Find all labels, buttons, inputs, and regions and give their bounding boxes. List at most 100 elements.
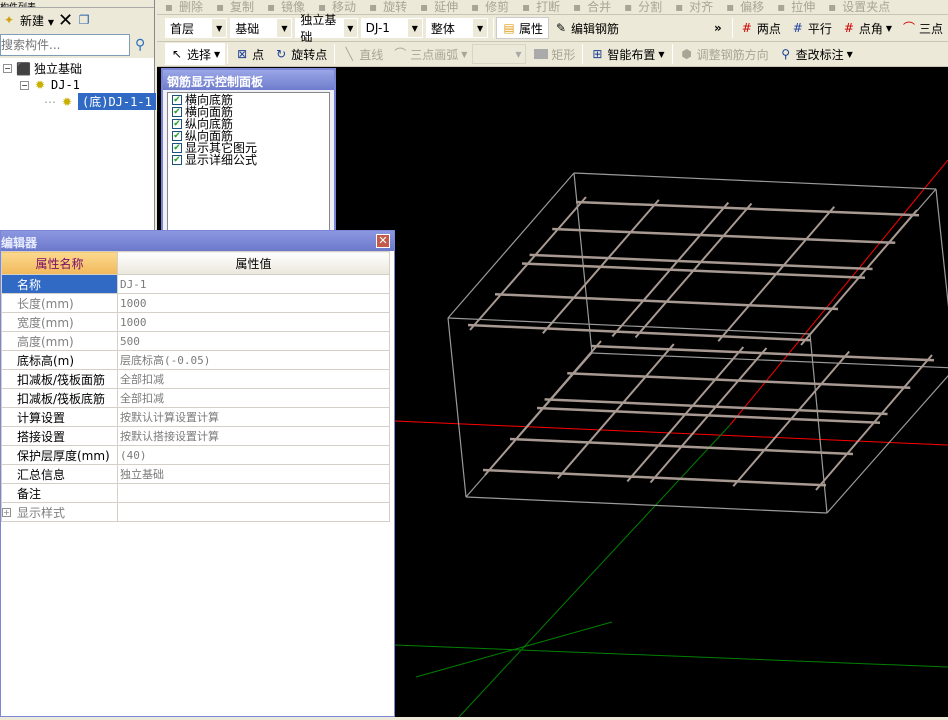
search-icon[interactable]: ⚲ [135, 37, 145, 53]
rotate-point-button[interactable]: ↻ 旋转点 [269, 43, 332, 65]
table-row[interactable]: 搭接设置 按默认搭接设置计算 [1, 426, 390, 446]
component-select[interactable]: DJ-1 ▼ [360, 18, 423, 38]
property-name: 高度(mm) [1, 331, 118, 351]
property-value[interactable]: 按默认搭接设置计算 [117, 426, 390, 446]
three-points-button[interactable]: ⌒ 三点 [897, 17, 948, 39]
table-row[interactable]: 汇总信息 独立基础 [1, 464, 390, 484]
tool-1-button[interactable]: ▪ 复制 [208, 0, 259, 14]
select-button[interactable]: ↖ 选择 ▼ [165, 43, 226, 65]
expand-icon[interactable]: + [2, 507, 11, 517]
smart-layout-button[interactable]: ⊞ 智能布置 ▼ [585, 43, 669, 65]
table-row[interactable]: 名称 DJ-1 [1, 274, 390, 294]
collapse-icon[interactable]: − [3, 64, 12, 73]
arc-icon: ⌒ [394, 47, 407, 61]
property-name: 扣减板/筏板底筋 [1, 388, 118, 408]
point-angle-button[interactable]: # 点角 ▼ [837, 17, 897, 39]
table-row[interactable]: 宽度(mm) 1000 [1, 312, 390, 332]
rect-icon [534, 49, 549, 59]
category-select[interactable]: 基础 ▼ [230, 18, 293, 38]
properties-button[interactable]: ▤ 属性 [496, 17, 550, 39]
tool-13-button[interactable]: ▪ 设置夹点 [820, 0, 895, 14]
arc-button[interactable]: ⌒ 三点画弧 ▼ [388, 43, 472, 65]
rebar [484, 340, 602, 476]
type-select[interactable]: 独立基础 ▼ [295, 13, 358, 44]
table-row[interactable]: 高度(mm) 500 [1, 331, 390, 351]
tree-node-root[interactable]: − ⬛ 独立基础 [3, 60, 82, 77]
tool-11-button[interactable]: ▪ 偏移 [718, 0, 769, 14]
table-row[interactable]: + 显示样式 [1, 502, 390, 522]
point-button[interactable]: ⊠ 点 [230, 43, 269, 65]
arc-icon: ⌒ [903, 21, 916, 35]
property-value[interactable]: DJ-1 [117, 274, 390, 294]
property-value[interactable]: 独立基础 [117, 464, 390, 484]
checkbox[interactable]: ✔ [172, 155, 182, 165]
property-value[interactable] [117, 483, 390, 503]
draw-toolbar: ↖ 选择 ▼ ⊠ 点 ↻ 旋转点 ╲ 直线 ⌒ 三点画弧 ▼ ▼ 矩形 ⊞ 智能布置 ▼ ⬢ 调整钢… [157, 42, 948, 67]
tool-icon: ▪ [215, 0, 225, 14]
property-value[interactable]: 层底标高(-0.05) [117, 350, 390, 370]
property-value[interactable]: 1000 [117, 312, 390, 332]
property-value[interactable]: 全部扣减 [117, 369, 390, 389]
search-input[interactable] [0, 34, 130, 56]
floor-select[interactable]: 首层 ▼ [165, 18, 228, 38]
property-value[interactable]: 按默认计算设置计算 [117, 407, 390, 427]
y-axis-line [415, 621, 613, 678]
chevron-down-icon: ▼ [473, 19, 488, 37]
two-points-button[interactable]: # 两点 [735, 17, 786, 39]
table-row[interactable]: 保护层厚度(mm) (40) [1, 445, 390, 465]
edit-toolbar: ▪ 删除 ▪ 复制 ▪ 镜像 ▪ 移动 ▪ 旋转 ▪ 延伸 ▪ 修剪 ▪ 打断 ▪ 合并 ▪ 分割 ▪ 对齐 ▪ 偏移 ▪ 拉伸 ▪… [157, 0, 948, 15]
property-value[interactable]: 全部扣减 [117, 388, 390, 408]
tool-4-button[interactable]: ▪ 旋转 [361, 0, 412, 14]
tool-7-button[interactable]: ▪ 打断 [514, 0, 565, 14]
parallel-button[interactable]: # 平行 [786, 17, 837, 39]
tool-5-button[interactable]: ▪ 延伸 [412, 0, 463, 14]
collapse-icon[interactable]: − [20, 80, 29, 90]
checkbox[interactable]: ✔ [172, 131, 182, 141]
parallel-icon: # [792, 21, 803, 35]
component-list-panel: 构件列表 ✦ 新建 ▼ ✕ ❐ ⚲ −⬛独立基础 −✹DJ-1 ⋯✹(底)DJ-… [0, 0, 156, 230]
tool-icon: ▪ [726, 0, 735, 14]
property-value[interactable]: 1000 [117, 293, 390, 313]
tool-0-button[interactable]: ▪ 删除 [157, 0, 208, 14]
copy-icon[interactable]: ❐ [77, 13, 91, 27]
rebar [649, 347, 768, 484]
arc-option-select[interactable]: ▼ [472, 44, 527, 64]
tool-icon: ▪ [266, 0, 276, 14]
checkbox-row[interactable]: ✔ 显示详细公式 [172, 154, 325, 166]
property-value[interactable] [117, 502, 390, 522]
table-row[interactable]: 长度(mm) 1000 [1, 293, 390, 313]
close-icon[interactable]: ✕ [376, 234, 390, 248]
rect-button[interactable]: 矩形 [529, 43, 580, 65]
rebar [717, 206, 836, 342]
checkbox[interactable]: ✔ [172, 143, 182, 153]
magnifier-icon: ⚲ [781, 47, 790, 61]
line-button[interactable]: ╲ 直线 [337, 43, 388, 65]
table-row[interactable]: 备注 [1, 483, 390, 503]
tool-12-button[interactable]: ▪ 拉伸 [769, 0, 820, 14]
new-button[interactable]: 新建 ▼ [20, 12, 54, 29]
table-row[interactable]: 扣减板/筏板底筋 全部扣减 [1, 388, 390, 408]
tool-6-button[interactable]: ▪ 修剪 [463, 0, 514, 14]
tree-node-dj1[interactable]: − ✹ DJ-1 [20, 78, 80, 92]
tool-9-button[interactable]: ▪ 分割 [616, 0, 667, 14]
property-value[interactable]: 500 [117, 331, 390, 351]
point-angle-icon: # [843, 21, 854, 35]
part-select[interactable]: 整体 ▼ [425, 18, 489, 38]
checkbox[interactable]: ✔ [172, 119, 182, 129]
adjust-direction-button[interactable]: ⬢ 调整钢筋方向 [675, 43, 774, 65]
property-name: 扣减板/筏板面筋 [1, 369, 118, 389]
checkbox[interactable]: ✔ [172, 107, 182, 117]
checkbox[interactable]: ✔ [172, 95, 182, 105]
tool-10-button[interactable]: ▪ 对齐 [667, 0, 718, 14]
more-button[interactable]: » [714, 21, 722, 35]
edit-rebar-button[interactable]: ✎ 编辑钢筋 [549, 17, 624, 39]
table-row[interactable]: 底标高(m) 层底标高(-0.05) [1, 350, 390, 370]
tool-8-button[interactable]: ▪ 合并 [565, 0, 616, 14]
edit-label-button[interactable]: ⚲ 查改标注 ▼ [774, 43, 858, 65]
table-row[interactable]: 计算设置 按默认计算设置计算 [1, 407, 390, 427]
tree-node-leaf[interactable]: ⋯ ✹ (底)DJ-1-1 [44, 93, 156, 110]
property-value[interactable]: (40) [117, 445, 390, 465]
delete-icon[interactable]: ✕ [58, 10, 73, 31]
property-name: 底标高(m) [1, 350, 118, 370]
table-row[interactable]: 扣减板/筏板面筋 全部扣减 [1, 369, 390, 389]
